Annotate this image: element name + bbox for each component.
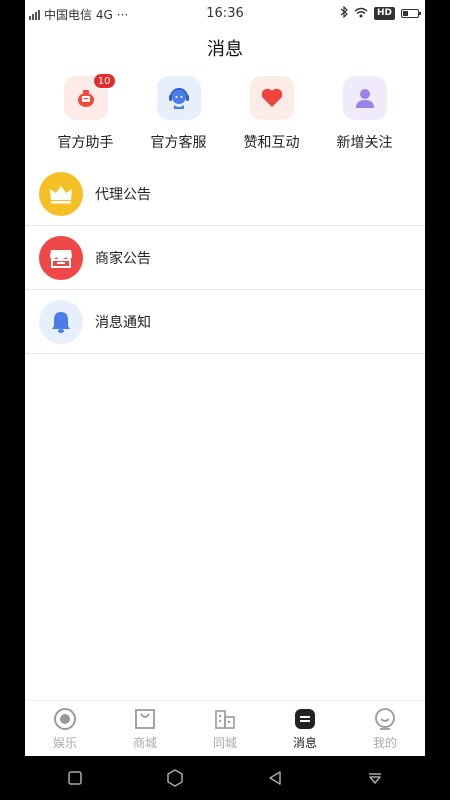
list-item-agent-notice[interactable]: 代理公告 [25,162,425,226]
quick-likes-interaction[interactable]: 赞和互动 [232,76,312,152]
list-item-label: 代理公告 [95,186,151,203]
back-triangle-icon[interactable] [255,758,295,798]
list-item-notifications[interactable]: 消息通知 [25,290,425,354]
hexagon-icon[interactable] [155,758,195,798]
quick-customer-service[interactable]: 官方客服 [139,76,219,152]
quick-label: 官方助手 [57,135,114,151]
quick-new-followers[interactable]: 新增关注 [325,76,405,152]
list-item-label: 消息通知 [95,314,151,331]
entertainment-icon [52,706,78,732]
crown-icon [39,171,83,216]
quick-label: 官方客服 [150,135,207,151]
list-item-merchant-notice[interactable]: 商家公告 [25,226,425,290]
page-title: 消息 [207,39,243,60]
bluetooth-icon [340,5,348,21]
status-bar: 中国电信 4G ··· 16:36 HD [25,0,425,28]
tab-label: 消息 [292,736,317,750]
heart-icon [249,76,294,120]
message-icon [292,706,318,732]
download-icon[interactable] [355,758,395,798]
list-item-label: 商家公告 [95,250,151,267]
tab-label: 同城 [212,736,237,750]
tab-label: 娱乐 [52,736,77,750]
tab-label: 商城 [132,736,157,750]
quick-label: 赞和互动 [243,135,300,151]
unread-badge: 10 [92,73,116,89]
tab-mine[interactable]: 我的 [345,701,425,756]
store-icon [39,235,83,280]
profile-icon [372,706,398,732]
quick-label: 新增关注 [336,135,393,151]
hd-badge: HD [373,7,395,20]
shopping-bag-icon [132,706,158,732]
tab-label: 我的 [372,736,397,750]
square-icon[interactable] [55,758,95,798]
battery-icon [401,9,421,18]
official-assistant-icon: 10 [63,73,116,120]
quick-official-assistant[interactable]: 10 官方助手 [46,73,126,152]
status-right: HD [340,5,421,21]
bell-icon [39,299,83,344]
customer-service-icon [156,76,201,120]
message-list: 代理公告 商家公告 消息通知 [25,162,425,354]
system-nav-bar [25,756,425,800]
user-icon [342,76,387,120]
buildings-icon [212,706,238,732]
bottom-tab-bar: 娱乐 商城 同城 消息 我的 [25,700,425,756]
tab-entertainment[interactable]: 娱乐 [25,701,105,756]
tab-messages[interactable]: 消息 [265,701,345,756]
screen: 中国电信 4G ··· 16:36 HD 消息 10 官方助手 官方客服 赞和互… [25,0,425,800]
wifi-icon [354,7,368,21]
quick-actions: 10 官方助手 官方客服 赞和互动 新增关注 [25,73,425,152]
tab-local[interactable]: 同城 [185,701,265,756]
tab-mall[interactable]: 商城 [105,701,185,756]
